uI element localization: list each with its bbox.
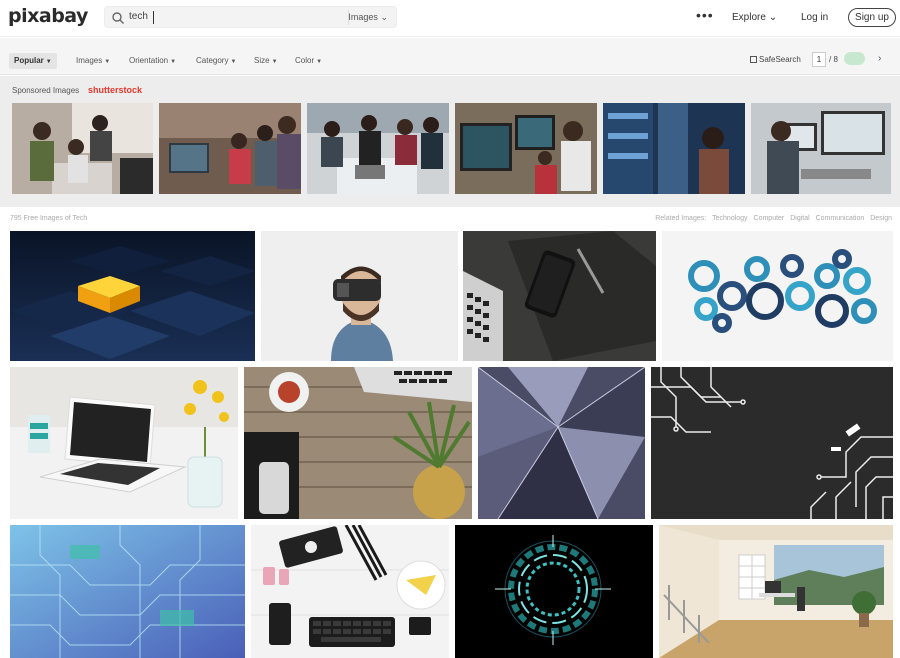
sponsored-image-3[interactable] bbox=[307, 103, 449, 194]
filter-color-label: Color bbox=[295, 56, 315, 65]
search-input[interactable]: tech bbox=[129, 11, 148, 22]
filter-category-label: Category bbox=[196, 56, 229, 65]
chevron-down-icon: ▼ bbox=[316, 59, 323, 65]
top-header: pixabay tech Images ⌄ ••• Explore ⌄ Log … bbox=[0, 0, 900, 37]
safesearch-label: SafeSearch bbox=[759, 55, 801, 64]
filter-bar: Popular ▼ Images ▼ Orientation ▼ Category ▼ … bbox=[0, 38, 900, 75]
page-total: / 8 bbox=[829, 55, 838, 64]
explore-label: Explore bbox=[732, 12, 766, 23]
text-cursor bbox=[153, 11, 154, 24]
result-image-room-interior[interactable] bbox=[659, 525, 893, 658]
result-image-crystal-abstract[interactable] bbox=[478, 367, 645, 519]
result-image-vr-headset[interactable] bbox=[261, 231, 458, 361]
chevron-down-icon: ⌄ bbox=[380, 12, 388, 22]
filter-images-label: Images bbox=[76, 56, 103, 65]
result-image-cubes[interactable] bbox=[10, 231, 255, 361]
filter-category[interactable]: Category ▼ bbox=[191, 53, 241, 69]
sponsored-label: Sponsored Images bbox=[12, 86, 80, 95]
search-bar[interactable]: tech Images ⌄ bbox=[104, 6, 397, 28]
login-link[interactable]: Log in bbox=[801, 12, 828, 23]
safesearch-toggle[interactable]: SafeSearch bbox=[750, 55, 801, 64]
related-label: Related Images: bbox=[655, 215, 707, 222]
more-icon[interactable]: ••• bbox=[696, 8, 714, 22]
related-link[interactable]: Design bbox=[870, 215, 892, 222]
explore-menu[interactable]: Explore ⌄ bbox=[732, 12, 777, 23]
chevron-down-icon: ▼ bbox=[230, 59, 237, 65]
related-link[interactable]: Computer bbox=[754, 215, 785, 222]
sponsored-image-5[interactable] bbox=[603, 103, 745, 194]
chevron-down-icon: ⌄ bbox=[768, 12, 778, 23]
filter-popular-label: Popular bbox=[14, 56, 44, 65]
chevron-down-icon: ▼ bbox=[45, 59, 52, 65]
result-image-digital-circle[interactable] bbox=[455, 525, 653, 658]
result-image-desk-pineapple[interactable] bbox=[244, 367, 472, 519]
filter-popular[interactable]: Popular ▼ bbox=[9, 53, 57, 69]
chevron-down-icon: ▼ bbox=[271, 59, 278, 65]
safesearch-checkbox[interactable] bbox=[750, 56, 757, 63]
result-image-white-laptop[interactable] bbox=[10, 367, 238, 519]
sponsored-image-1[interactable] bbox=[12, 103, 153, 194]
chevron-down-icon: ▼ bbox=[170, 59, 177, 65]
sponsored-image-4[interactable] bbox=[455, 103, 597, 194]
chevron-right-icon[interactable]: › bbox=[878, 53, 881, 64]
filter-size[interactable]: Size ▼ bbox=[249, 53, 283, 69]
next-page-button[interactable] bbox=[844, 52, 865, 65]
result-image-circuit-lines[interactable] bbox=[651, 367, 893, 519]
search-icon bbox=[112, 12, 124, 24]
filter-size-label: Size bbox=[254, 56, 270, 65]
sponsored-section: Sponsored Images shutterstock bbox=[0, 76, 900, 207]
results-count: 795 Free Images of Tech bbox=[10, 215, 88, 222]
pixabay-logo[interactable]: pixabay bbox=[8, 5, 88, 27]
filter-orientation-label: Orientation bbox=[129, 56, 169, 65]
result-image-flatlay-keyboard[interactable] bbox=[251, 525, 449, 658]
signup-button[interactable]: Sign up bbox=[848, 8, 896, 27]
related-images: Related Images: Technology Computer Digi… bbox=[651, 215, 892, 222]
related-link[interactable]: Technology bbox=[712, 215, 747, 222]
result-image-gears[interactable] bbox=[662, 231, 893, 361]
result-image-blue-circuit[interactable] bbox=[10, 525, 245, 658]
filter-color[interactable]: Color ▼ bbox=[290, 53, 327, 69]
search-type-select[interactable]: Images ⌄ bbox=[348, 12, 388, 23]
shutterstock-logo[interactable]: shutterstock bbox=[88, 85, 142, 95]
sponsored-image-6[interactable] bbox=[751, 103, 891, 194]
filter-orientation[interactable]: Orientation ▼ bbox=[124, 53, 181, 69]
page-number-input[interactable]: 1 bbox=[812, 52, 826, 67]
result-image-laptop-phone[interactable] bbox=[463, 231, 656, 361]
related-link[interactable]: Digital bbox=[790, 215, 809, 222]
chevron-down-icon: ▼ bbox=[104, 59, 111, 65]
related-link[interactable]: Communication bbox=[816, 215, 865, 222]
filter-images[interactable]: Images ▼ bbox=[71, 53, 115, 69]
search-type-label: Images bbox=[348, 12, 378, 22]
sponsored-image-2[interactable] bbox=[159, 103, 301, 194]
